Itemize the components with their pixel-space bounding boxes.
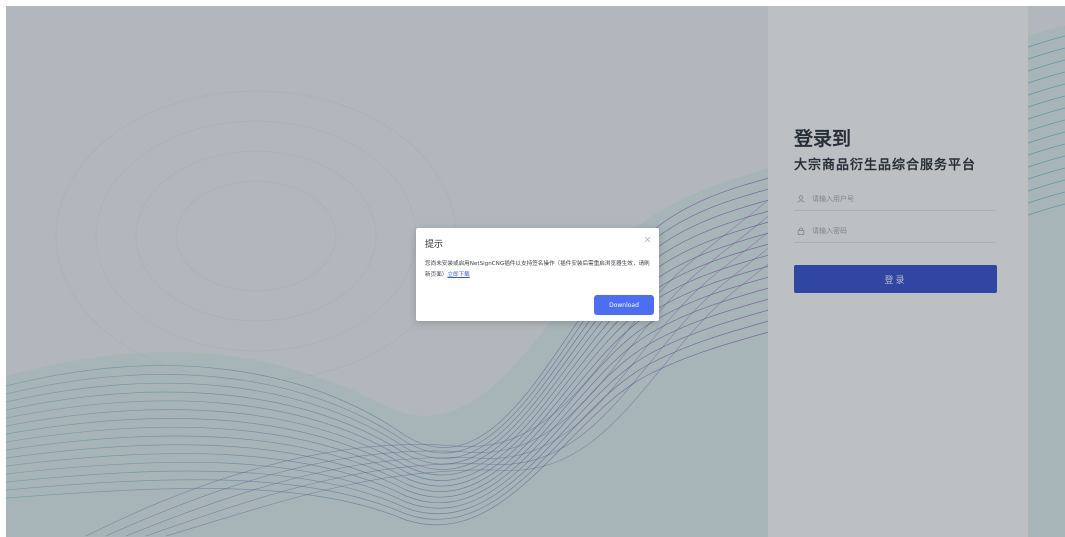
download-link[interactable]: 立即下载 xyxy=(447,272,469,278)
plugin-prompt-dialog: 提示 您尚未安装或启用NetSignCNG插件以支持签名操作（插件安装后需重启浏… xyxy=(416,228,659,321)
dialog-message: 您尚未安装或启用NetSignCNG插件以支持签名操作（插件安装后需重启浏览器生… xyxy=(425,259,651,281)
dialog-title: 提示 xyxy=(425,240,444,250)
close-icon[interactable] xyxy=(642,234,652,244)
download-button[interactable]: Download xyxy=(594,295,654,315)
login-page: 登录到 大宗商品衍生品综合服务平台 登录 提示 您尚未安装或启用NetSignC… xyxy=(6,6,1065,537)
